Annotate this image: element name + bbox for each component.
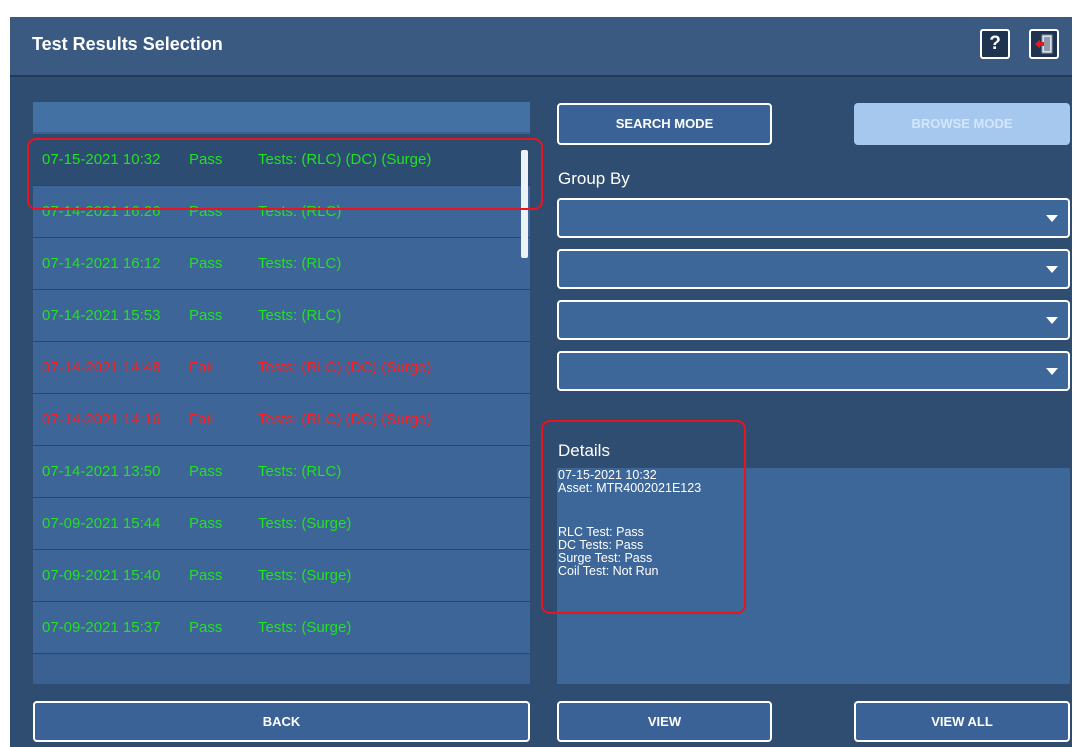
result-status: Pass	[189, 463, 223, 480]
exit-door-icon[interactable]	[1029, 29, 1059, 59]
title-bar: Test Results Selection ?	[10, 17, 1072, 77]
caret-down-icon	[1046, 215, 1058, 222]
group-by-dropdown-2[interactable]	[557, 249, 1070, 289]
result-row[interactable]: 07-14-2021 14:48 Fail Tests: (RLC) (DC) (S…	[33, 342, 530, 394]
result-status: Pass	[189, 203, 223, 220]
results-list[interactable]: 07-15-2021 10:32 Pass Tests: (RLC) (DC) (S…	[33, 102, 530, 684]
page-title: Test Results Selection	[32, 34, 223, 54]
scrollbar-thumb[interactable]	[521, 150, 528, 258]
details-line: Surge Test: Pass	[558, 551, 653, 565]
details-label: Details	[558, 441, 610, 460]
result-date: 07-09-2021 15:37	[42, 619, 161, 636]
details-line: 07-15-2021 10:32	[558, 468, 657, 482]
result-tests: Tests: (RLC)	[258, 307, 342, 324]
result-date: 07-14-2021 13:50	[42, 463, 161, 480]
results-rows: 07-15-2021 10:32 Pass Tests: (RLC) (DC) (S…	[33, 134, 530, 654]
caret-down-icon	[1046, 368, 1058, 375]
result-row[interactable]: 07-09-2021 15:40 Pass Tests: (Surge)	[33, 550, 530, 602]
result-tests: Tests: (RLC)	[258, 255, 342, 272]
result-tests: Tests: (RLC) (DC) (Surge)	[258, 359, 432, 376]
details-panel: 07-15-2021 10:32 Asset: MTR4002021E123 R…	[557, 468, 1070, 684]
result-row[interactable]: 07-09-2021 15:44 Pass Tests: (Surge)	[33, 498, 530, 550]
question-mark-icon[interactable]: ?	[980, 29, 1010, 59]
result-date: 07-15-2021 10:32	[42, 151, 161, 168]
result-tests: Tests: (RLC) (DC) (Surge)	[258, 151, 432, 168]
view-button[interactable]: VIEW	[557, 701, 772, 742]
result-row[interactable]: 07-09-2021 15:37 Pass Tests: (Surge)	[33, 602, 530, 654]
result-tests: Tests: (RLC) (DC) (Surge)	[258, 411, 432, 428]
result-status: Pass	[189, 255, 223, 272]
view-all-button[interactable]: VIEW ALL	[854, 701, 1070, 742]
group-by-label: Group By	[558, 169, 630, 188]
result-tests: Tests: (RLC)	[258, 463, 342, 480]
result-date: 07-14-2021 14:48	[42, 359, 161, 376]
result-status: Pass	[189, 567, 223, 584]
details-line: Coil Test: Not Run	[558, 564, 659, 578]
group-by-dropdown-3[interactable]	[557, 300, 1070, 340]
result-status: Pass	[189, 151, 223, 168]
result-tests: Tests: (RLC)	[258, 203, 342, 220]
results-list-header	[33, 102, 530, 132]
back-button[interactable]: BACK	[33, 701, 530, 742]
caret-down-icon	[1046, 266, 1058, 273]
result-date: 07-14-2021 16:12	[42, 255, 161, 272]
result-row[interactable]: 07-14-2021 13:50 Pass Tests: (RLC)	[33, 446, 530, 498]
result-row[interactable]: 07-15-2021 10:32 Pass Tests: (RLC) (DC) (S…	[33, 134, 530, 186]
result-status: Pass	[189, 515, 223, 532]
result-row[interactable]: 07-14-2021 16:12 Pass Tests: (RLC)	[33, 238, 530, 290]
group-by-dropdown-4[interactable]	[557, 351, 1070, 391]
result-date: 07-14-2021 15:53	[42, 307, 161, 324]
caret-down-icon	[1046, 317, 1058, 324]
details-line: Asset: MTR4002021E123	[558, 481, 702, 495]
result-date: 07-14-2021 14:16	[42, 411, 161, 428]
result-status: Pass	[189, 619, 223, 636]
result-status: Fail	[189, 359, 214, 376]
result-date: 07-09-2021 15:40	[42, 567, 161, 584]
result-row[interactable]: 07-14-2021 15:53 Pass Tests: (RLC)	[33, 290, 530, 342]
browse-mode-button[interactable]: BROWSE MODE	[854, 103, 1070, 145]
result-tests: Tests: (Surge)	[258, 619, 352, 636]
result-date: 07-09-2021 15:44	[42, 515, 161, 532]
group-by-dropdown-1[interactable]	[557, 198, 1070, 238]
result-tests: Tests: (Surge)	[258, 515, 352, 532]
search-mode-button[interactable]: SEARCH MODE	[557, 103, 772, 145]
result-tests: Tests: (Surge)	[258, 567, 352, 584]
result-status: Fail	[189, 411, 214, 428]
result-status: Pass	[189, 307, 223, 324]
result-row[interactable]: 07-14-2021 14:16 Fail Tests: (RLC) (DC) (S…	[33, 394, 530, 446]
result-date: 07-14-2021 16:26	[42, 203, 161, 220]
details-line: RLC Test: Pass	[558, 525, 644, 539]
details-line: DC Tests: Pass	[558, 538, 644, 552]
test-results-window: Test Results Selection ? 07-15-2021 10:3…	[10, 17, 1072, 747]
result-row[interactable]: 07-14-2021 16:26 Pass Tests: (RLC)	[33, 186, 530, 238]
